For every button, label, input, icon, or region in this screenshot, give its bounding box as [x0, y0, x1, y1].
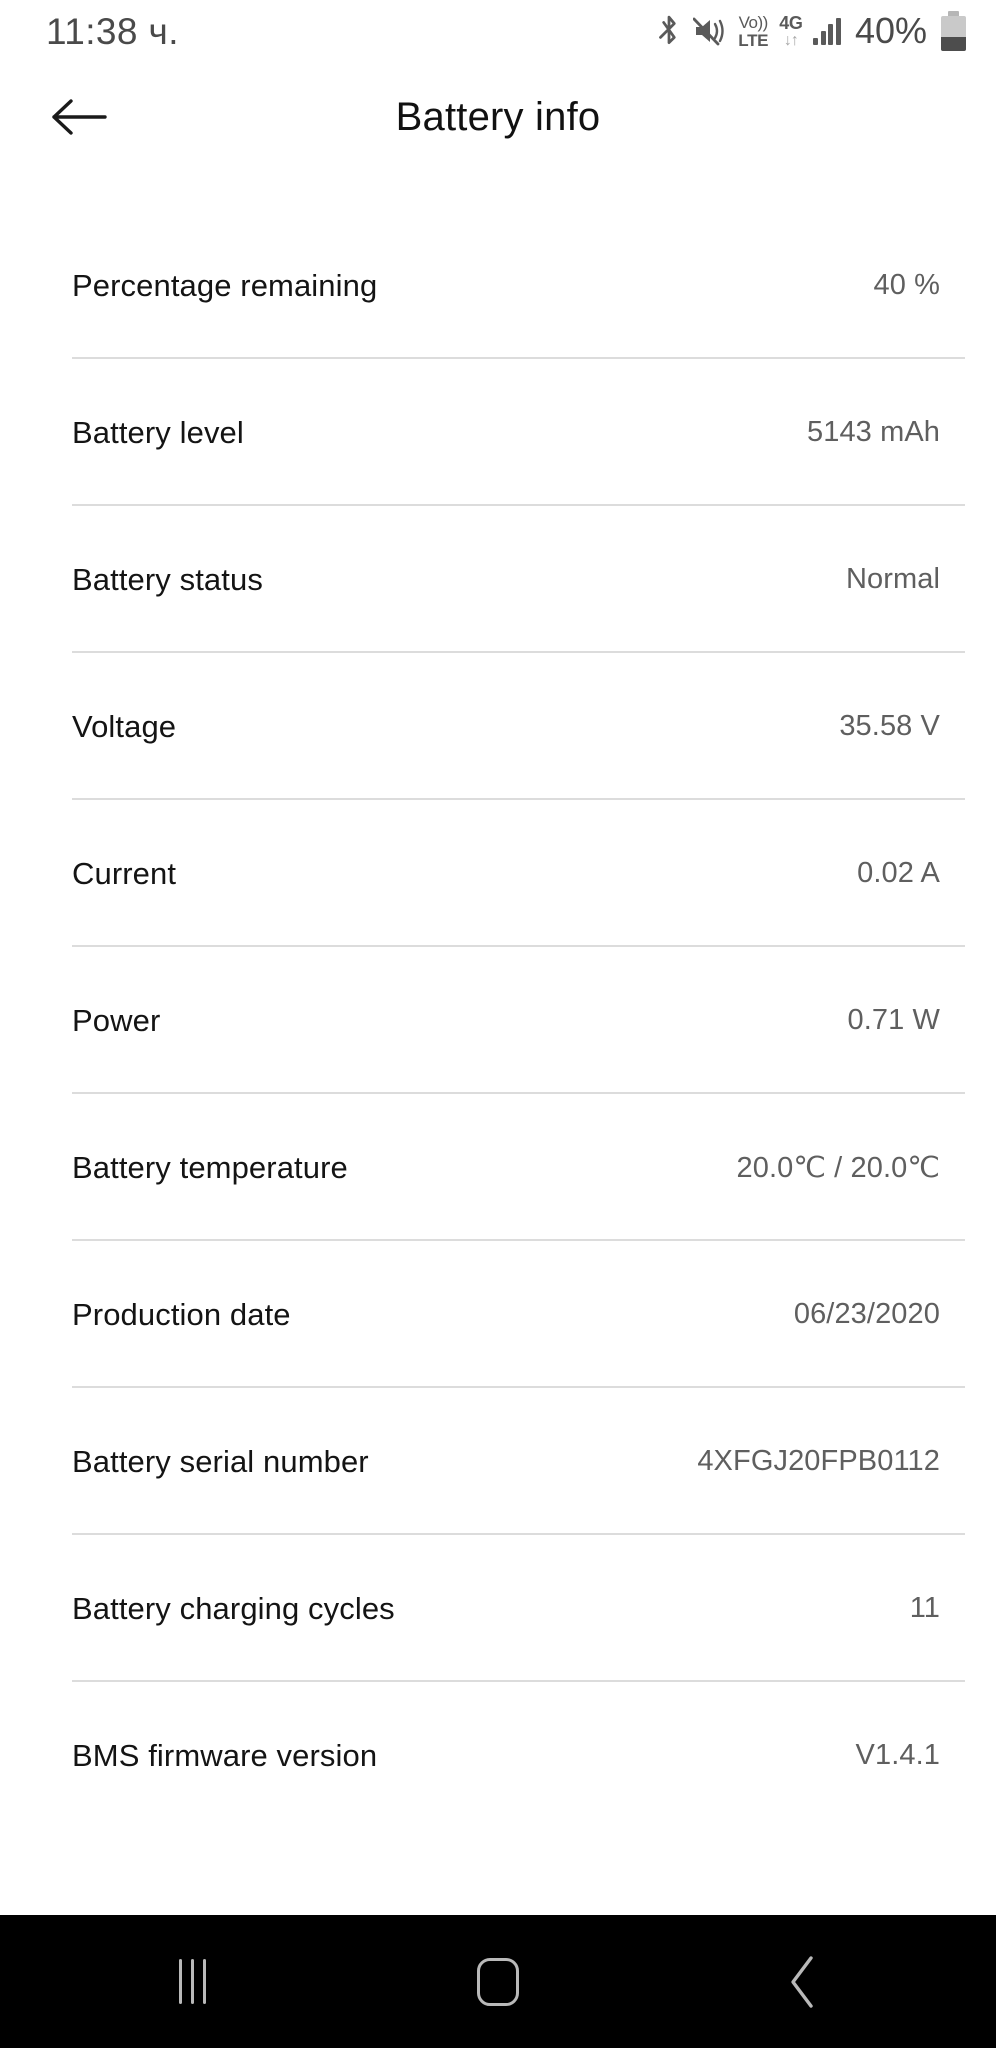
row-label: BMS firmware version [72, 1737, 378, 1773]
row-label: Voltage [72, 708, 177, 744]
row-label: Battery level [72, 414, 244, 450]
4g-icon: 4G ↓↑ [779, 12, 803, 49]
row-label: Production date [72, 1296, 291, 1332]
row-value: 40 % [873, 269, 940, 301]
battery-icon [941, 11, 966, 51]
table-row[interactable]: Current 0.02 A [0, 800, 996, 947]
table-row[interactable]: Battery charging cycles 11 [0, 1535, 996, 1682]
home-button[interactable] [423, 1932, 573, 2032]
app-bar: Battery info [0, 62, 996, 172]
table-row[interactable]: Production date 06/23/2020 [0, 1241, 996, 1388]
row-label: Battery status [72, 561, 263, 597]
table-row[interactable]: Battery level 5143 mAh [0, 359, 996, 506]
row-value: 35.58 V [839, 710, 940, 742]
page-title: Battery info [395, 94, 601, 139]
battery-percent-label: 40% [854, 10, 927, 51]
status-clock: 11:38 ч. [46, 10, 179, 52]
row-value: Normal [845, 563, 940, 595]
row-value: 20.0℃ / 20.0℃ [736, 1152, 940, 1184]
back-button[interactable] [46, 85, 110, 149]
row-value: V1.4.1 [855, 1739, 940, 1771]
bluetooth-icon [656, 14, 682, 48]
row-label: Power [72, 1002, 161, 1038]
row-label: Battery temperature [72, 1149, 348, 1185]
volte-line2: LTE [738, 30, 769, 50]
status-bar: 11:38 ч. Vo)) LTE 4G ↓↑ 40% [0, 0, 996, 62]
row-label: Battery charging cycles [72, 1590, 395, 1626]
row-label: Percentage remaining [72, 267, 378, 303]
table-row[interactable]: Voltage 35.58 V [0, 653, 996, 800]
table-row[interactable]: BMS firmware version V1.4.1 [0, 1682, 996, 1829]
row-label: Battery serial number [72, 1443, 369, 1479]
data-transfer-arrows: ↓↑ [783, 31, 799, 49]
table-row[interactable]: Power 0.71 W [0, 947, 996, 1094]
signal-bars-icon [813, 17, 841, 45]
phone-screen: 11:38 ч. Vo)) LTE 4G ↓↑ 40% Battery info… [0, 0, 996, 2048]
recents-button[interactable] [118, 1932, 268, 2032]
row-value: 0.02 A [857, 857, 940, 889]
sound-mute-icon [693, 16, 727, 46]
status-icon-group: Vo)) LTE 4G ↓↑ 40% [656, 10, 966, 52]
row-label: Current [72, 855, 177, 891]
row-value: 0.71 W [847, 1004, 940, 1036]
table-row[interactable]: Battery status Normal [0, 506, 996, 653]
recents-icon [179, 1959, 207, 2004]
battery-info-list: Percentage remaining 40 % Battery level … [0, 172, 996, 1915]
row-value: 5143 mAh [807, 416, 940, 448]
volte-line1: Vo)) [738, 12, 769, 32]
table-row[interactable]: Battery temperature 20.0℃ / 20.0℃ [0, 1094, 996, 1241]
row-value: 11 [909, 1592, 940, 1624]
system-back-button[interactable] [728, 1932, 878, 2032]
table-row[interactable]: Battery serial number 4XFGJ20FPB0112 [0, 1388, 996, 1535]
home-icon [476, 1957, 519, 2006]
network-type-label: 4G [779, 12, 803, 33]
system-navigation-bar [0, 1915, 996, 2048]
back-icon [791, 1955, 814, 2008]
row-value: 06/23/2020 [793, 1298, 940, 1330]
table-row[interactable]: Percentage remaining 40 % [0, 212, 996, 359]
volte-icon: Vo)) LTE [738, 14, 768, 49]
row-value: 4XFGJ20FPB0112 [697, 1445, 940, 1477]
